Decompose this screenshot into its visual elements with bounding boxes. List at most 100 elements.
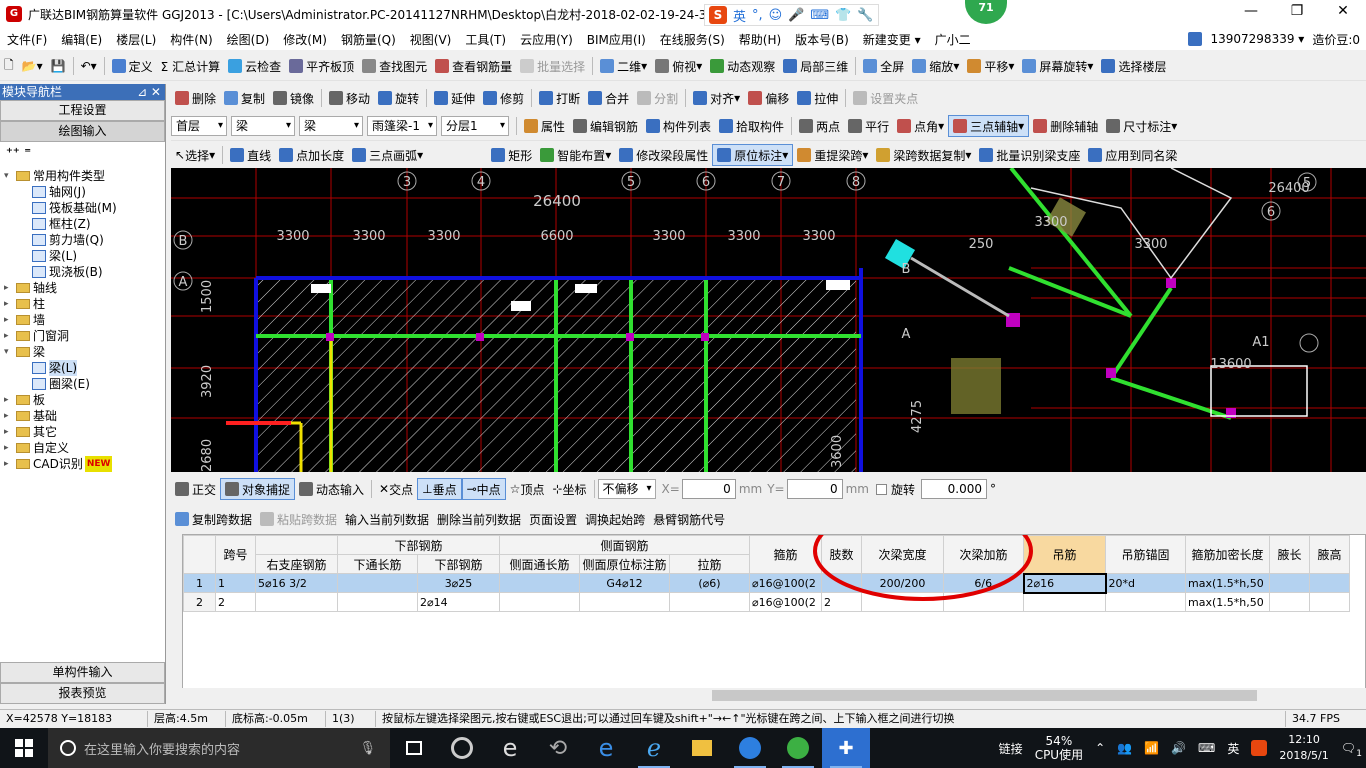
layer-select[interactable]: 分层1 <box>441 116 509 136</box>
bottom-rebar-header[interactable]: 下部钢筋 <box>417 554 500 574</box>
side-in-situ-rebar-header[interactable]: 侧面原位标注筋 <box>579 554 670 574</box>
drawing-input-button[interactable]: 绘图输入 <box>0 121 165 142</box>
pan-button[interactable]: 平移 ▾ <box>963 55 1018 77</box>
dynamic-input-button[interactable]: 动态输入 <box>295 478 368 500</box>
chevron-up-icon[interactable]: ⌃ <box>1095 741 1105 755</box>
undo-icon[interactable]: ↶▾ <box>77 55 101 77</box>
table-row[interactable]: 2 2 2⌀14 ⌀16@100(2 2 max(1.5*h,50 <box>183 592 1350 612</box>
x-input[interactable]: 0 <box>681 479 736 499</box>
sum-calc-button[interactable]: Σ 汇总计算 <box>157 55 224 77</box>
line-button[interactable]: 直线 <box>226 144 275 166</box>
haunch-height-cell[interactable] <box>1309 573 1350 593</box>
haunch-length-cell[interactable] <box>1269 592 1310 612</box>
tree-item[interactable]: ▸ 墙 <box>4 312 165 328</box>
scrollbar-thumb[interactable] <box>712 690 1257 701</box>
2d-view-button[interactable]: 二维 ▾ <box>596 55 651 77</box>
menu-file[interactable]: 文件(F) <box>0 31 54 48</box>
vertex-button[interactable]: ☆ 顶点 <box>506 478 549 500</box>
row-number[interactable]: 2 <box>183 592 216 612</box>
rotate-button[interactable]: 旋转 <box>374 87 423 109</box>
close-button[interactable]: ✕ <box>1320 0 1366 24</box>
expander-icon[interactable]: ▸ <box>4 280 16 296</box>
right-support-cell[interactable]: 5⌀16 3/2 <box>255 573 338 593</box>
tree-item[interactable]: ▸ 基础 <box>4 408 165 424</box>
find-element-button[interactable]: 查找图元 <box>358 55 431 77</box>
bottom-through-rebar-header[interactable]: 下通长筋 <box>337 554 418 574</box>
expander-icon[interactable]: ▸ <box>4 312 16 328</box>
ime-lang-label[interactable]: 英 <box>733 6 746 25</box>
tie-rebar-header[interactable]: 拉筋 <box>669 554 750 574</box>
green-app-icon[interactable] <box>774 728 822 768</box>
fan-app-icon[interactable] <box>438 728 486 768</box>
menu-draw[interactable]: 绘图(D) <box>220 31 277 48</box>
fullscreen-button[interactable]: 全屏 <box>859 55 908 77</box>
offset-button[interactable]: 偏移 <box>744 87 793 109</box>
ortho-button[interactable]: 正交 <box>171 478 220 500</box>
rotate-checkbox[interactable] <box>875 483 887 495</box>
tree-item[interactable]: ▸ 柱 <box>4 296 165 312</box>
ime-skin-icon[interactable]: 👕 <box>835 8 851 23</box>
minimize-button[interactable]: — <box>1228 0 1274 24</box>
batch-identify-support-button[interactable]: 批量识别梁支座 <box>975 144 1084 166</box>
copy-span-button[interactable]: 复制跨数据 <box>171 508 256 530</box>
three-point-arc-button[interactable]: 三点画弧 ▾ <box>348 144 427 166</box>
stirrup-dense-length-header[interactable]: 箍筋加密长度 <box>1185 535 1270 574</box>
pick-component-button[interactable]: 拾取构件 <box>715 115 788 137</box>
page-setup-button[interactable]: 页面设置 <box>525 508 581 530</box>
beam-span-table[interactable]: 跨号 下部钢筋 侧面钢筋 箍筋 肢数 次梁宽度 次梁加筋 吊筋 吊筋锚固 箍筋加… <box>182 534 1366 689</box>
hanger-anchor-cell[interactable]: 20*d <box>1105 573 1186 593</box>
three-point-aux-button[interactable]: 三点辅轴 ▾ <box>948 115 1030 137</box>
re-extract-span-button[interactable]: 重提梁跨 ▾ <box>793 144 872 166</box>
point-angle-button[interactable]: 点角 ▾ <box>893 115 948 137</box>
define-button[interactable]: 定义 <box>108 55 157 77</box>
paste-span-button[interactable]: 粘贴跨数据 <box>256 508 341 530</box>
row-number[interactable]: 1 <box>183 573 216 593</box>
batch-select-button[interactable]: 批量选择 <box>516 55 589 77</box>
delete-column-button[interactable]: 删除当前列数据 <box>433 508 525 530</box>
edge-icon[interactable]: e <box>582 728 630 768</box>
split-button[interactable]: 分割 <box>633 87 682 109</box>
move-button[interactable]: 移动 <box>325 87 374 109</box>
report-preview-button[interactable]: 报表预览 <box>0 683 165 704</box>
tree-item[interactable]: ▾ 常用构件类型 <box>4 168 165 184</box>
menu-guangxiaoer[interactable]: 广小二 <box>928 31 978 48</box>
tree-item[interactable]: ▾ 梁 <box>4 344 165 360</box>
tray-link[interactable]: 链接 <box>999 740 1023 757</box>
expand-collapse-icons[interactable]: ⁺⁺ ⁼ <box>0 142 165 164</box>
bottom-rebar-cell[interactable]: 3⌀25 <box>417 573 500 593</box>
floor-select[interactable]: 首层 <box>171 116 227 136</box>
cpu-usage[interactable]: 54% CPU使用 <box>1035 734 1083 762</box>
intersection-button[interactable]: ✕ 交点 <box>375 478 417 500</box>
copy-span-data-button[interactable]: 梁跨数据复制 ▾ <box>872 144 975 166</box>
delete-button[interactable]: 删除 <box>171 87 220 109</box>
ie-icon[interactable]: e <box>486 728 534 768</box>
glodon-app-icon[interactable] <box>726 728 774 768</box>
perpendicular-button[interactable]: ⊥ 垂点 <box>417 478 462 500</box>
apply-same-name-button[interactable]: 应用到同名梁 <box>1084 144 1181 166</box>
select-floor-button[interactable]: 选择楼层 <box>1097 55 1170 77</box>
right-support-cell[interactable] <box>255 592 338 612</box>
expander-icon[interactable]: ▸ <box>4 408 16 424</box>
clock[interactable]: 12:10 2018/5/1 <box>1279 732 1328 764</box>
single-component-input-button[interactable]: 单构件输入 <box>0 662 165 683</box>
menu-edit[interactable]: 编辑(E) <box>54 31 109 48</box>
tree-item[interactable]: 梁(L) <box>4 360 165 376</box>
view-rebar-button[interactable]: 查看钢筋量 <box>431 55 516 77</box>
start-button[interactable] <box>0 728 48 768</box>
haunch-height-header[interactable]: 腋高 <box>1309 535 1350 574</box>
people-icon[interactable]: 👥 <box>1117 741 1132 755</box>
span-cell[interactable]: 2 <box>215 592 256 612</box>
smart-layout-button[interactable]: 智能布置 ▾ <box>536 144 615 166</box>
taskbar-search[interactable]: 在这里输入你要搜索的内容 🎙 <box>48 728 390 768</box>
tree-item[interactable]: ▸ 门窗洞 <box>4 328 165 344</box>
horizontal-scrollbar[interactable] <box>182 688 1366 703</box>
tree-item[interactable]: 筏板基础(M) <box>4 200 165 216</box>
midpoint-button[interactable]: ⊸ 中点 <box>461 478 506 500</box>
side-through-rebar-header[interactable]: 侧面通长筋 <box>499 554 580 574</box>
tree-item[interactable]: ▸ CAD识别 NEW <box>4 456 165 472</box>
haunch-height-cell[interactable] <box>1309 592 1350 612</box>
right-support-rebar-header[interactable]: 右支座钢筋 <box>255 554 338 574</box>
extend-button[interactable]: 延伸 <box>430 87 479 109</box>
task-view-icon[interactable] <box>390 728 438 768</box>
screen-rotate-button[interactable]: 屏幕旋转 ▾ <box>1018 55 1097 77</box>
